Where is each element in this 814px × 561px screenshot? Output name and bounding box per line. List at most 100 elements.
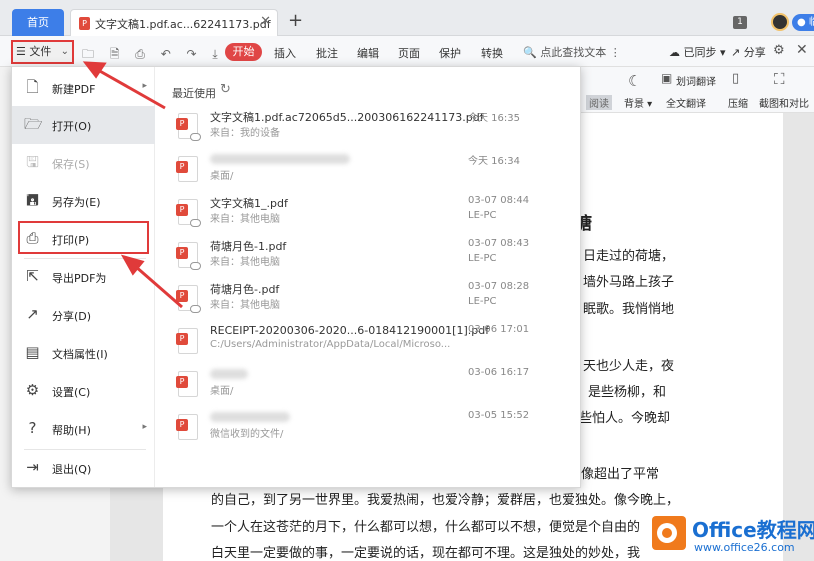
compress-button[interactable]: 压缩 (728, 95, 748, 110)
recent-files-title: 最近使用 (172, 87, 216, 100)
quick-access-icons[interactable]: 🗀 🗎 ⎙ ↶ ↷ ⤓ ▿ (82, 45, 246, 66)
menu-item-exit[interactable]: ⇥ 退出(Q) (12, 449, 155, 487)
tab-home[interactable]: 首页 (12, 9, 64, 36)
recent-file-device: LE-PC (468, 253, 497, 264)
recent-file-source: 来自：我的设备 (210, 128, 280, 139)
full-translate-button[interactable]: 全文翻译 (666, 95, 706, 110)
doc-line: 一个人在这苍茫的月下，什么都可以想，什么都可以不想，便觉是个自由的 (211, 520, 641, 535)
tab-document[interactable]: P 文字文稿1.pdf.ac...62241173.pdf ✕ (70, 9, 278, 36)
menu-item-settings[interactable]: ⚙ 设置(C) (12, 372, 155, 410)
recent-file-name: RECEIPT-20200306-2020...6-018412190001[1… (210, 324, 490, 337)
doc-line: 的自己，到了另一世界里。我爱热闹，也爱冷静；爱群居，也爱独处。像今晚上， (211, 493, 680, 508)
new-tab-button[interactable]: + (288, 10, 303, 31)
tab-page[interactable]: 页面 (398, 45, 420, 61)
window-count-badge[interactable]: 1 (733, 16, 747, 29)
recent-file-name: 文字文稿1.pdf.ac72065d5...200306162241173.pd… (210, 111, 484, 124)
menu-item-label: 新建PDF (52, 83, 96, 96)
watermark-url: www.office26.com (694, 541, 795, 554)
recent-file-name: 荷塘月色-.pdf (210, 283, 280, 296)
read-mode-tag[interactable]: 阅读 (586, 95, 612, 110)
save-as-icon: 🖪 (26, 191, 39, 209)
tab-edit[interactable]: 编辑 (357, 45, 379, 61)
menu-item-open[interactable]: 🗁 打开(O) (12, 106, 155, 144)
menu-item-label: 文档属性(I) (52, 348, 108, 361)
tab-close-icon[interactable]: ✕ (260, 14, 271, 29)
office-logo-icon (652, 516, 686, 550)
sync-status[interactable]: ☁ 已同步 ▾ (669, 44, 726, 60)
search-text-input[interactable]: 🔍 点此查找文本 ⋮ (523, 44, 621, 60)
menu-item-label: 分享(D) (52, 310, 92, 323)
menu-item-label: 帮助(H) (52, 424, 91, 437)
menu-item-label: 保存(S) (52, 158, 90, 171)
menu-item-label: 设置(C) (52, 386, 91, 399)
screenshot-icon: ⛶ (774, 70, 785, 88)
doc-line: 些怕人。今晚却 (579, 411, 671, 426)
recent-file-source: 来自：其他电脑 (210, 300, 280, 311)
recent-file-source: 桌面/ (210, 386, 234, 397)
export-icon: ⇱ (26, 267, 39, 285)
recent-file-item[interactable]: P 文字文稿1_.pdf 来自：其他电脑 03-07 08:44 LE-PC (172, 193, 572, 235)
recent-file-item[interactable]: P 桌面/ 今天 16:34 (172, 150, 572, 192)
recent-file-time: 03-07 08:28 (468, 281, 530, 292)
screenshot-compare-button[interactable]: 截图和对比 (759, 95, 809, 110)
recent-file-item[interactable]: P RECEIPT-20200306-2020...6-018412190001… (172, 322, 572, 364)
recent-file-item[interactable]: P 荷塘月色-1.pdf 来自：其他电脑 03-07 08:43 LE-PC (172, 236, 572, 278)
share-button[interactable]: ↗ 分享 (731, 44, 766, 60)
new-pdf-icon: 🗋 (26, 78, 39, 96)
recent-file-time: 03-07 08:44 (468, 195, 530, 206)
recent-file-item[interactable]: P 微信收到的文件/ 03-05 15:52 (172, 408, 572, 450)
account-pill[interactable]: ● 临 (792, 14, 814, 31)
user-avatar[interactable] (771, 13, 789, 31)
recent-file-item[interactable]: P 文字文稿1.pdf.ac72065d5...200306162241173.… (172, 107, 572, 149)
recent-file-source: C:/Users/Administrator/AppData/Local/Mic… (210, 339, 451, 350)
recent-file-item[interactable]: P 荷塘月色-.pdf 来自：其他电脑 03-07 08:28 LE-PC (172, 279, 572, 321)
tab-convert[interactable]: 转换 (481, 45, 503, 61)
compress-icon: ▯ (732, 71, 740, 86)
translate-icon: ▣ (661, 71, 673, 85)
chevron-down-icon: ⌄ (60, 46, 69, 57)
recent-file-time: 03-06 17:01 (468, 324, 530, 335)
refresh-icon[interactable]: ↻ (220, 82, 231, 97)
menu-item-save-as[interactable]: 🖪 另存为(E) (12, 182, 155, 220)
tab-insert[interactable]: 插入 (274, 45, 296, 61)
settings-icon: ⚙ (25, 381, 40, 399)
file-menu-button[interactable]: ☰ 文件 ⌄ (11, 40, 74, 64)
background-button[interactable]: 背景 ▾ (624, 95, 652, 110)
tab-bar: 首页 P 文字文稿1.pdf.ac...62241173.pdf ✕ + 1 ●… (0, 0, 814, 36)
doc-line: 白天里一定要做的事，一定要说的话，现在都可不理。这是独处的妙处，我 (211, 546, 641, 561)
properties-icon: ▤ (25, 343, 40, 361)
pdf-file-icon: P (176, 328, 198, 354)
file-menu-panel: 🗋 新建PDF ▸ 🗁 打开(O) 🖫 保存(S) 🖪 另存为(E) ⎙ 打印(… (11, 66, 581, 488)
doc-line: 是些杨柳，和 (588, 385, 667, 400)
recent-file-item[interactable]: P 桌面/ 03-06 16:17 (172, 365, 572, 407)
recent-file-source: 来自：其他电脑 (210, 214, 280, 225)
menu-item-save[interactable]: 🖫 保存(S) (12, 144, 155, 182)
doc-line: 墙外马路上孩子 (583, 275, 675, 290)
gear-icon[interactable]: ⚙ (773, 43, 785, 58)
menu-item-export-pdf[interactable]: ⇱ 导出PDF为 (12, 258, 155, 296)
doc-line: 日走过的荷塘， (583, 249, 675, 264)
pdf-file-icon: P (176, 242, 201, 270)
share-icon: ↗ (26, 305, 39, 323)
word-translate-button[interactable]: 划词翻译 (676, 73, 716, 88)
print-highlight-box (18, 221, 149, 254)
menu-item-new-pdf[interactable]: 🗋 新建PDF ▸ (12, 69, 155, 107)
ribbon-panel: ☾ ▣ 划词翻译 ▯ ⛶ 背景 ▾ 全文翻译 压缩 截图和对比 阅读 (580, 67, 814, 113)
menu-item-share[interactable]: ↗ 分享(D) (12, 296, 155, 334)
menu-item-help[interactable]: ? 帮助(H) ▸ (12, 410, 155, 448)
tab-protect[interactable]: 保护 (439, 45, 461, 61)
moon-icon[interactable]: ☾ (628, 72, 641, 90)
tab-comment[interactable]: 批注 (316, 45, 338, 61)
pdf-file-icon: P (176, 156, 198, 182)
recent-file-name: 文字文稿1_.pdf (210, 197, 288, 210)
pdf-file-icon: P (176, 285, 201, 313)
doc-line: 眠歌。我悄悄地 (583, 302, 675, 317)
menu-item-properties[interactable]: ▤ 文档属性(I) (12, 334, 155, 372)
blurred-file-name (210, 412, 290, 422)
close-icon[interactable]: ✕ (796, 42, 808, 58)
pdf-file-icon: P (79, 17, 90, 30)
tab-start[interactable]: 开始 (225, 43, 262, 61)
chevron-right-icon: ▸ (142, 422, 147, 432)
pdf-file-icon: P (176, 199, 201, 227)
pdf-file-icon: P (176, 414, 198, 440)
